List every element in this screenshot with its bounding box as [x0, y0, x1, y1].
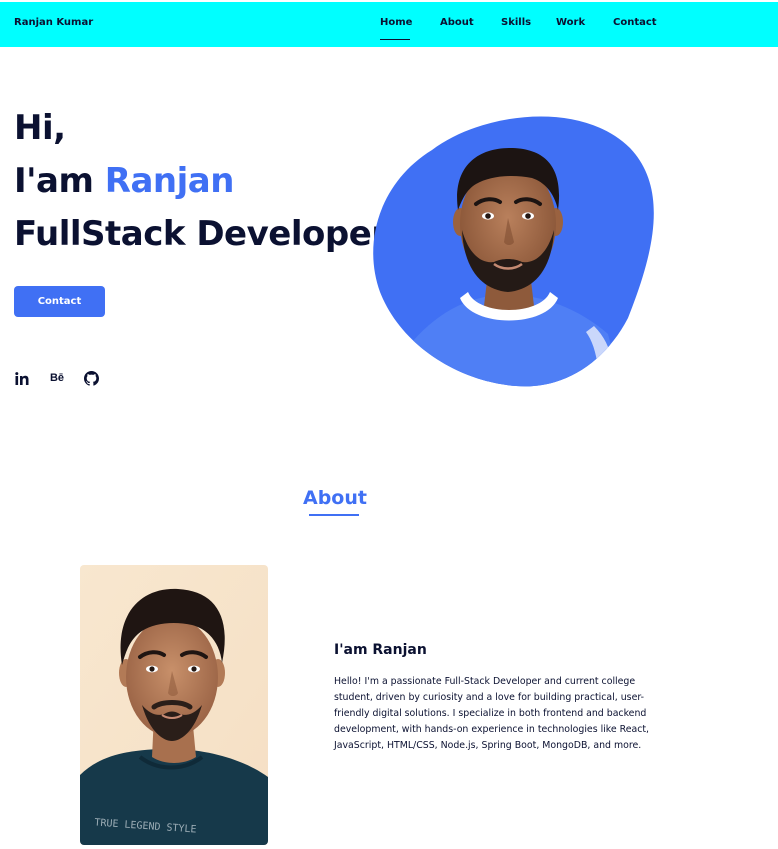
linkedin-icon[interactable]	[14, 370, 30, 386]
nav-home-underline	[380, 39, 410, 40]
header-bar: Ranjan Kumar Home About Skills Work Cont…	[0, 2, 778, 47]
hero-greeting: Hi,	[14, 108, 66, 148]
nav-contact[interactable]: Contact	[613, 17, 657, 28]
nav-skills[interactable]: Skills	[501, 17, 531, 28]
hero-role: FullStack Developer	[14, 214, 388, 254]
hero-intro: I'am	[14, 161, 105, 201]
about-portrait: TRUE LEGEND STYLE	[80, 565, 268, 845]
behance-icon[interactable]: Bē	[48, 370, 66, 386]
nav-home[interactable]: Home	[380, 17, 412, 28]
site-logo[interactable]: Ranjan Kumar	[14, 17, 93, 28]
about-title-underline	[309, 514, 359, 516]
nav-about[interactable]: About	[440, 17, 474, 28]
github-icon[interactable]	[83, 370, 99, 386]
contact-button[interactable]: Contact	[14, 286, 105, 317]
hero-intro-line: I'am Ranjan	[14, 161, 234, 201]
about-section-title: About	[303, 487, 367, 509]
about-description: Hello! I'm a passionate Full-Stack Devel…	[334, 676, 650, 751]
nav-work[interactable]: Work	[556, 17, 585, 28]
hero-name: Ranjan	[104, 161, 235, 201]
hero-portrait	[372, 112, 656, 388]
about-subtitle: I'am Ranjan	[334, 642, 427, 658]
